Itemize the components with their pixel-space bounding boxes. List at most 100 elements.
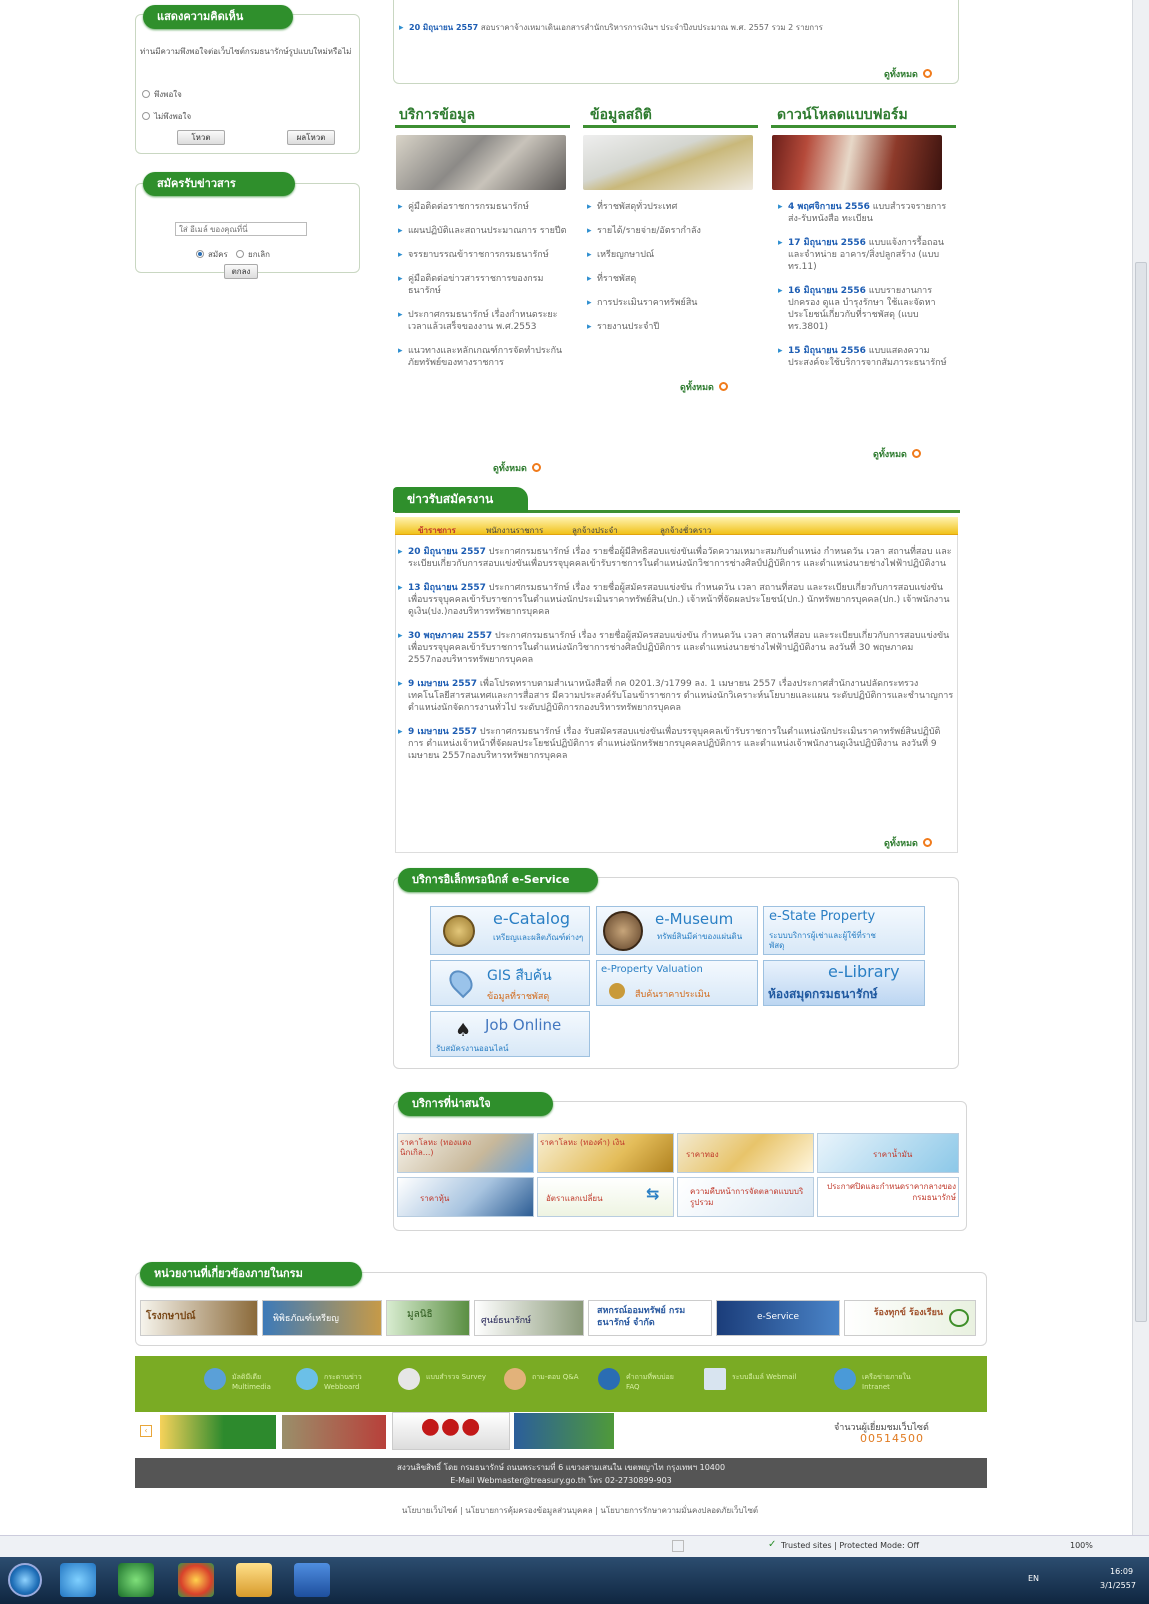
quick-link-0[interactable]: มัลติมีเดีย Multimedia	[232, 1372, 292, 1391]
jobs-more-link[interactable]: ดูทั้งหมด	[884, 836, 932, 850]
list-item[interactable]: 9 เมษายน 2557 เพื่อโปรดทราบตามสำเนาหนังส…	[398, 678, 954, 714]
page-scrollbar[interactable]	[1132, 0, 1149, 1535]
poll-option2-radio[interactable]	[142, 112, 150, 120]
interesting-item-2[interactable]: ราคาทอง	[677, 1133, 814, 1173]
announcement-more-link[interactable]: ดูทั้งหมด	[884, 67, 932, 81]
list-item[interactable]: 4 พฤศจิกายน 2556 แบบสำรวจรายการส่ง-รับหน…	[778, 201, 948, 225]
scrollbar-thumb[interactable]	[1135, 262, 1147, 1322]
list-item[interactable]: ประกาศกรมธนารักษ์ เรื่องกำหนดระยะเวลาแล้…	[398, 309, 568, 333]
jobs-list: 20 มิถุนายน 2557 ประกาศกรมธนารักษ์ เรื่อ…	[398, 546, 954, 774]
partner-banner-1[interactable]	[282, 1415, 386, 1449]
services-list: คู่มือติดต่อราชการกรมธนารักษ์แผนปฏิบัติแ…	[398, 201, 568, 381]
media-player-taskbar-icon[interactable]	[118, 1563, 154, 1597]
announcement-item[interactable]: 20 มิถุนายน 2557 สอบราคาจ้างเหมาเดินเอกส…	[399, 22, 944, 34]
more-arrow-icon	[911, 449, 921, 458]
related-banner-6[interactable]: ร้องทุกข์ ร้องเรียน	[844, 1300, 976, 1336]
interesting-item-3[interactable]: ราคาน้ำมัน	[817, 1133, 959, 1173]
chrome-taskbar-icon[interactable]	[178, 1563, 214, 1597]
item-text: ประกาศกรมธนารักษ์ เรื่อง รายชื่อผู้มีสิท…	[408, 547, 952, 569]
arrow-left-icon[interactable]: ‹	[140, 1425, 152, 1437]
related-banner-0[interactable]: โรงกษาปณ์	[140, 1300, 258, 1336]
clock-date[interactable]: 3/1/2557	[1100, 1581, 1136, 1590]
list-item[interactable]: 17 มิถุนายน 2556 แบบแจ้งการรื้อถอนและจำห…	[778, 237, 948, 273]
related-label-6: ร้องทุกข์ ร้องเรียน	[873, 1308, 943, 1318]
trusted-check-icon: ✓	[768, 1539, 777, 1550]
quick-link-4[interactable]: คำถามที่พบบ่อย FAQ	[626, 1372, 686, 1391]
related-banner-3[interactable]: ศูนย์ธนารักษ์	[474, 1300, 584, 1336]
item-text: คู่มือติดต่อราชการกรมธนารักษ์	[408, 202, 529, 212]
estate-tile[interactable]: e-State Property ระบบบริการผู้เช่าและผู้…	[763, 906, 925, 955]
vote-result-button[interactable]: ผลโหวต	[287, 130, 335, 145]
related-banner-5[interactable]: e-Service	[716, 1300, 840, 1336]
list-item[interactable]: จรรยาบรรณข้าราชการกรมธนารักษ์	[398, 249, 568, 261]
interesting-item-7[interactable]: ประกาศปิดและกำหนดราคากลางของกรมธนารักษ์	[817, 1177, 959, 1217]
joboline-tile[interactable]: ♠ Job Online รับสมัครงานออนไลน์	[430, 1011, 590, 1057]
list-item[interactable]: 9 เมษายน 2557 ประกาศกรมธนารักษ์ เรื่อง ร…	[398, 726, 954, 762]
list-item[interactable]: ที่ราชพัสดุ	[587, 273, 752, 285]
zoom-level[interactable]: 100%	[1070, 1541, 1093, 1550]
related-label-5: e-Service	[757, 1312, 800, 1322]
ie-taskbar-icon[interactable]	[60, 1563, 96, 1597]
interesting-item-1[interactable]: ราคาโลหะ (ทองคำ) เงิน	[537, 1133, 674, 1173]
list-item[interactable]: 30 พฤษภาคม 2557 ประกาศกรมธนารักษ์ เรื่อง…	[398, 630, 954, 666]
services-more-label: ดูทั้งหมด	[493, 464, 527, 474]
footer-links[interactable]: นโยบายเว็บไซต์ | นโยบายการคุ้มครองข้อมูล…	[300, 1504, 860, 1517]
partner-banner-2[interactable]	[514, 1413, 614, 1449]
explorer-taskbar-icon[interactable]	[236, 1563, 272, 1597]
list-item[interactable]: 13 มิถุนายน 2557 ประกาศกรมธนารักษ์ เรื่อ…	[398, 582, 954, 618]
ecatalog-label: e-Catalog	[493, 909, 571, 928]
interesting-item-6[interactable]: ความคืบหน้าการจัดตลาดแบบบริรูปรวม	[677, 1177, 814, 1217]
clock-time[interactable]: 16:09	[1110, 1567, 1133, 1576]
list-item[interactable]: แนวทางและหลักเกณฑ์การจัดทำประกันภัยทรัพย…	[398, 345, 568, 369]
list-item[interactable]: 20 มิถุนายน 2557 ประกาศกรมธนารักษ์ เรื่อ…	[398, 546, 954, 570]
poll-question: ท่านมีความพึงพอใจต่อเว็บไซต์กรมธนารักษ์ร…	[140, 47, 352, 56]
click-banner[interactable]: ●●●	[392, 1412, 510, 1450]
related-banner-1[interactable]: พิพิธภัณฑ์เหรียญ	[262, 1300, 382, 1336]
elibrary-tile[interactable]: e-Library ห้องสมุดกรมธนารักษ์	[763, 960, 925, 1006]
list-item[interactable]: คู่มือติดต่อราชการกรมธนารักษ์	[398, 201, 568, 213]
quick-link-5[interactable]: ระบบอีเมล์ Webmail	[732, 1372, 812, 1383]
interesting-item-4[interactable]: ราคาหุ้น	[397, 1177, 534, 1217]
related-banner-4[interactable]: สหกรณ์ออมทรัพย์ กรมธนารักษ์ จำกัด	[588, 1300, 712, 1336]
services-more-link[interactable]: ดูทั้งหมด	[493, 461, 541, 475]
downloads-underline	[771, 125, 956, 128]
list-item[interactable]: 15 มิถุนายน 2556 แบบแสดงความประสงค์จะใช้…	[778, 345, 948, 369]
start-orb-icon[interactable]	[8, 1563, 42, 1597]
list-item[interactable]: เหรียญกษาปณ์	[587, 249, 752, 261]
emuseum-tile[interactable]: e-Museum ทรัพย์สินมีค่าของแผ่นดิน	[596, 906, 758, 955]
list-item[interactable]: การประเมินราคาทรัพย์สิน	[587, 297, 752, 309]
eproperty-tile[interactable]: e-Property Valuation สืบค้นราคาประเมิน	[596, 960, 758, 1006]
interesting-item-5[interactable]: อัตราแลกเปลี่ยน ⇆	[537, 1177, 674, 1217]
subscribe-radio-label: สมัคร	[208, 250, 228, 259]
unsubscribe-radio[interactable]	[236, 250, 244, 258]
downloads-more-link[interactable]: ดูทั้งหมด	[873, 447, 921, 461]
quick-link-1[interactable]: กระดานข่าว Webboard	[324, 1372, 384, 1391]
statistics-underline	[583, 125, 758, 128]
language-indicator[interactable]: EN	[1028, 1574, 1039, 1583]
list-item[interactable]: รายงานประจำปี	[587, 321, 752, 333]
gis-tile[interactable]: GIS สืบค้น ข้อมูลที่ราชพัสดุ	[430, 960, 590, 1006]
quick-link-2[interactable]: แบบสำรวจ Survey	[426, 1372, 486, 1383]
exchange-icon: ⇆	[646, 1184, 660, 1203]
statistics-more-link[interactable]: ดูทั้งหมด	[680, 380, 728, 394]
vote-button[interactable]: โหวต	[177, 130, 225, 145]
partner-banner-0[interactable]	[160, 1415, 276, 1449]
poll-option1-radio[interactable]	[142, 90, 150, 98]
footer-address: สงวนลิขสิทธิ์ โดย กรมธนารักษ์ ถนนพระรามท…	[396, 1463, 726, 1472]
list-item[interactable]: รายได้/รายจ่าย/อัตรากำลัง	[587, 225, 752, 237]
interesting-item-0[interactable]: ราคาโลหะ (ทองแดงนิกเกิล...)	[397, 1133, 534, 1173]
quick-link-3[interactable]: ถาม-ตอบ Q&A	[532, 1372, 592, 1383]
list-item[interactable]: แผนปฏิบัติและสถานประมาณการ รายปีต	[398, 225, 568, 237]
subscribe-radio[interactable]	[196, 250, 204, 258]
related-banner-2[interactable]: มูลนิธิ	[386, 1300, 470, 1336]
ecatalog-tile[interactable]: e-Catalog เหรียญและผลิตภัณฑ์ต่างๆ	[430, 906, 590, 955]
list-item[interactable]: ที่ราชพัสดุทั่วประเทศ	[587, 201, 752, 213]
subscribe-email-input[interactable]	[175, 222, 307, 236]
quick-link-6[interactable]: เครือข่ายภายใน Intranet	[862, 1372, 922, 1391]
list-item[interactable]: 16 มิถุนายน 2556 แบบรายงานการปกครอง ดูแล…	[778, 285, 948, 333]
subscribe-submit-button[interactable]: ตกลง	[224, 264, 258, 279]
word-taskbar-icon[interactable]	[294, 1563, 330, 1597]
list-item[interactable]: คู่มือติดต่อข่าวสารราชการของกรมธนารักษ์	[398, 273, 568, 297]
item-text: เหรียญกษาปณ์	[597, 250, 655, 260]
security-zone[interactable]: Trusted sites | Protected Mode: Off	[781, 1541, 919, 1550]
